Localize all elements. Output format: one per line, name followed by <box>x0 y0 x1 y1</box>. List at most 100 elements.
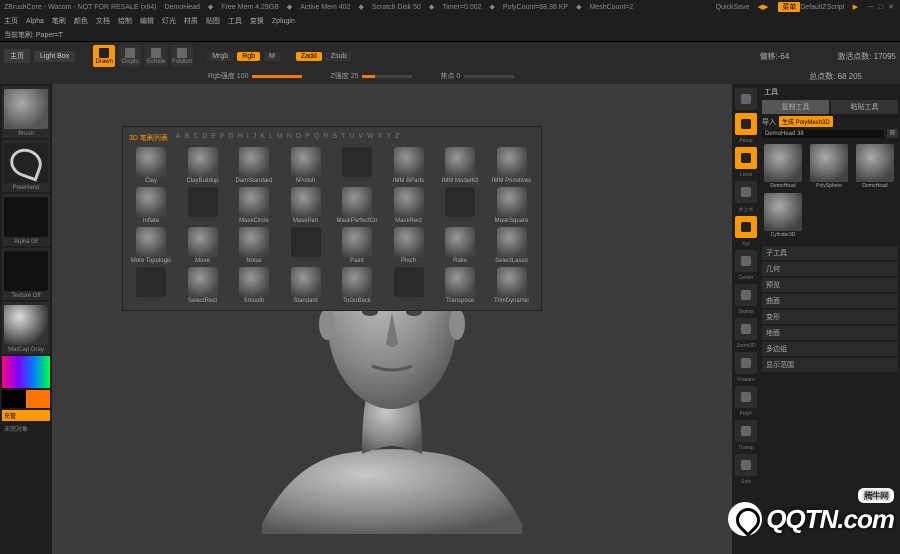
brush-selectrect[interactable]: SelectRect <box>181 267 225 304</box>
section-变形[interactable]: 变形 <box>762 310 898 324</box>
brush-smooth[interactable]: Smooth <box>232 267 276 304</box>
viewport[interactable]: 3D 笔刷列表 ABCDEFGHIJKLMNOPQRSTUVWXYZ ClayC… <box>52 84 732 554</box>
brush-damstandard[interactable]: DamStandard <box>232 147 276 184</box>
persp-button[interactable] <box>735 113 757 135</box>
brush-move[interactable]: Move <box>181 227 225 264</box>
z-intensity-slider[interactable]: Z强度 25 <box>330 71 412 81</box>
tool-cylinder3d[interactable]: Cylinder3D <box>762 193 804 238</box>
zoom3d-button[interactable] <box>735 318 757 340</box>
window-max-icon[interactable]: □ <box>876 4 886 11</box>
menu-draw[interactable]: 绘制 <box>118 16 132 26</box>
brush-maskperfectcir[interactable]: MaskPerfectCir <box>335 187 379 224</box>
texture-slot[interactable]: Texture Off <box>2 248 50 300</box>
brush-trimdynamic[interactable]: TrimDynamic <box>490 267 534 304</box>
mode-zsub[interactable]: Zsub <box>326 52 352 61</box>
sym-lr-button[interactable] <box>735 181 757 203</box>
swatch-primary[interactable] <box>26 390 50 408</box>
menu-transform[interactable]: 变换 <box>250 16 264 26</box>
tab-paste-tool[interactable]: 粘贴工具 <box>831 100 898 114</box>
brush-rake[interactable]: Rake <box>438 227 482 264</box>
polyf-button[interactable] <box>735 386 757 408</box>
section-曲面[interactable]: 曲面 <box>762 294 898 308</box>
stroke-slot[interactable]: FreeHand <box>2 140 50 192</box>
menu-edit[interactable]: 编辑 <box>140 16 154 26</box>
mode-zadd[interactable]: Zadd <box>296 52 322 61</box>
brush-noise[interactable]: Noise <box>232 227 276 264</box>
menu-document[interactable]: 文档 <box>96 16 110 26</box>
section-子工具[interactable]: 子工具 <box>762 246 898 260</box>
transp-button[interactable] <box>735 420 757 442</box>
brush-masksquare[interactable]: MaskSquare <box>490 187 534 224</box>
brush-maskrect[interactable]: MaskRect <box>387 187 431 224</box>
menu-tool[interactable]: 工具 <box>228 16 242 26</box>
brush-transpose[interactable]: Transpose <box>438 267 482 304</box>
import-label[interactable]: 导入 <box>762 117 776 127</box>
fill-button[interactable]: 充管 <box>2 410 50 421</box>
mode-rgb[interactable]: Rgb <box>237 52 260 61</box>
color-swatches[interactable] <box>2 390 50 408</box>
tab-copy-tool[interactable]: 复制工具 <box>762 100 829 114</box>
dsplas-button[interactable] <box>735 284 757 306</box>
brush-alpha-index[interactable]: ABCDEFGHIJKLMNOPQRSTUVWXYZ <box>174 133 401 143</box>
menu-brush[interactable]: 笔刷 <box>52 16 66 26</box>
brush-paint[interactable]: Paint <box>335 227 379 264</box>
menu-zplugin[interactable]: Zplugin <box>272 18 295 25</box>
brush-togoback[interactable]: ToGoBack <box>335 267 379 304</box>
color-picker[interactable] <box>2 356 50 388</box>
menu-texture[interactable]: 贴图 <box>206 16 220 26</box>
section-地面[interactable]: 地面 <box>762 326 898 340</box>
menu-light[interactable]: 灯光 <box>162 16 176 26</box>
generate-polymesh-button[interactable]: 生成 PolyMesh3D <box>779 116 833 127</box>
local-button[interactable] <box>735 147 757 169</box>
center-button[interactable] <box>735 250 757 272</box>
section-显示范围[interactable]: 显示范围 <box>762 358 898 372</box>
tool-polysphere[interactable]: PolySphere <box>808 144 850 189</box>
window-min-icon[interactable]: ─ <box>866 4 876 11</box>
display-button[interactable]: Displs <box>119 45 141 67</box>
brush-imm primitives[interactable]: IMM Primitives <box>490 147 534 184</box>
default-script[interactable]: DefaultZScript <box>800 4 844 11</box>
tab-main[interactable]: 主页 <box>4 49 30 63</box>
draw-button[interactable]: Drawn <box>93 45 115 67</box>
tool-demohead[interactable]: DemoHead <box>854 144 896 189</box>
current-tool-name[interactable]: DemoHead 38 <box>762 130 884 138</box>
section-几何[interactable]: 几何 <box>762 262 898 276</box>
quicksave[interactable]: QuickSave <box>716 4 750 11</box>
brush-pinch[interactable]: Pinch <box>387 227 431 264</box>
brush-maskcircle[interactable]: MaskCircle <box>232 187 276 224</box>
xyz-button[interactable] <box>735 216 757 238</box>
brush-clay[interactable]: Clay <box>129 147 173 184</box>
brush-maskpen[interactable]: MaskPen <box>284 187 328 224</box>
sphere-preview-button[interactable] <box>735 88 757 110</box>
swatch-secondary[interactable] <box>2 390 26 408</box>
menu-material[interactable]: 材质 <box>184 16 198 26</box>
focal-slider[interactable]: 焦点 0 <box>440 71 514 81</box>
r-button[interactable]: R <box>887 129 898 138</box>
tab-lightbox[interactable]: Light Box <box>34 51 75 62</box>
menu-home[interactable]: 主页 <box>4 16 18 26</box>
brush-inflate[interactable]: Inflate <box>129 187 173 224</box>
brush-imm bparts[interactable]: IMM BParts <box>387 147 431 184</box>
window-close-icon[interactable]: ✕ <box>886 3 896 11</box>
rgb-intensity-slider[interactable]: Rgb强度 100 <box>208 71 302 81</box>
material-slot[interactable]: MatCap Gray <box>2 302 50 354</box>
brush-claybuildup[interactable]: ClayBuildup <box>181 147 225 184</box>
frame-button[interactable] <box>735 352 757 374</box>
brush-more topologic[interactable]: More Topologic <box>129 227 173 264</box>
solo-button[interactable] <box>735 454 757 476</box>
mode-mrgb[interactable]: Mrgb <box>207 52 233 61</box>
section-多边组[interactable]: 多边组 <box>762 342 898 356</box>
scale-button[interactable]: Echele <box>145 45 167 67</box>
section-预览[interactable]: 预览 <box>762 278 898 292</box>
brush-slot[interactable]: Brush <box>2 86 50 138</box>
mode-m[interactable]: M <box>264 52 280 61</box>
brush-standard[interactable]: Standard <box>284 267 328 304</box>
rotate-button[interactable]: Foldton <box>171 45 193 67</box>
tool-demohead[interactable]: DemoHead <box>762 144 804 189</box>
brush-imm modelkit[interactable]: IMM ModelKit <box>438 147 482 184</box>
brush-selectlasso[interactable]: SelectLasso <box>490 227 534 264</box>
alpha-slot[interactable]: Alpha 08 <box>2 194 50 246</box>
brush-hpolish[interactable]: hPolish <box>284 147 328 184</box>
menu-alpha[interactable]: Alpha <box>26 18 44 25</box>
menu-color[interactable]: 颜色 <box>74 16 88 26</box>
